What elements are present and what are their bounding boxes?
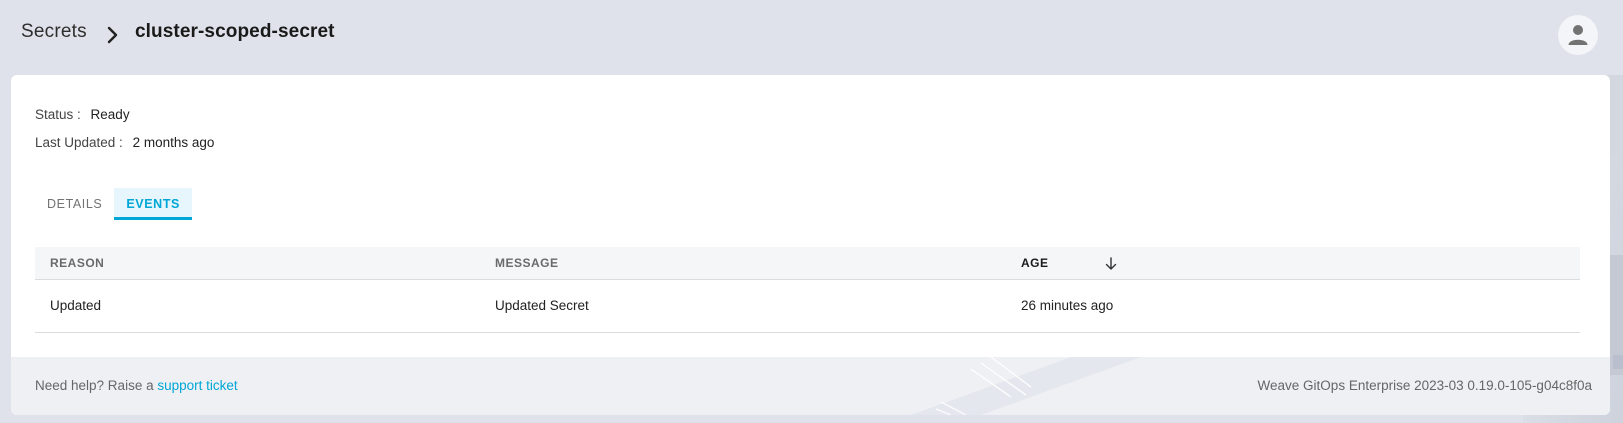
person-icon <box>1568 25 1588 45</box>
status-row: Status : Ready <box>35 107 130 122</box>
tab-details[interactable]: DETAILS <box>35 188 114 220</box>
help-prefix: Need help? Raise a <box>35 378 154 393</box>
details-card: Status : Ready Last Updated : 2 months a… <box>11 75 1610 415</box>
events-table: REASON MESSAGE AGE Updated Updated Secre… <box>35 247 1580 333</box>
cell-message: Updated Secret <box>495 298 589 313</box>
chevron-right-icon <box>107 26 118 44</box>
breadcrumb-parent-link[interactable]: Secrets <box>21 21 87 43</box>
arrow-down-icon[interactable] <box>1105 257 1117 271</box>
status-label: Status : <box>35 107 81 122</box>
column-header-reason[interactable]: REASON <box>50 256 104 270</box>
support-ticket-link[interactable]: support ticket <box>157 378 237 393</box>
cell-age: 26 minutes ago <box>1021 298 1114 313</box>
last-updated-value: 2 months ago <box>132 135 215 150</box>
table-header: REASON MESSAGE AGE <box>35 247 1580 280</box>
status-value: Ready <box>90 107 130 122</box>
cell-reason: Updated <box>50 298 102 313</box>
column-header-age[interactable]: AGE <box>1021 256 1049 270</box>
user-menu-button[interactable] <box>1558 15 1598 55</box>
column-header-message[interactable]: MESSAGE <box>495 256 559 270</box>
footer-decoration <box>911 357 1141 415</box>
version-text: Weave GitOps Enterprise 2023-03 0.19.0-1… <box>1257 378 1592 393</box>
tab-events[interactable]: EVENTS <box>114 188 192 220</box>
last-updated-label: Last Updated : <box>35 135 123 150</box>
table-row[interactable]: Updated Updated Secret 26 minutes ago <box>35 280 1580 333</box>
tab-bar: DETAILS EVENTS <box>35 188 192 220</box>
page-title: cluster-scoped-secret <box>135 21 335 42</box>
top-bar: Secrets cluster-scoped-secret <box>0 0 1623 72</box>
help-text: Need help? Raise a support ticket <box>35 378 238 393</box>
footer: Need help? Raise a support ticket Weave … <box>11 357 1610 415</box>
last-updated-row: Last Updated : 2 months ago <box>35 135 214 150</box>
